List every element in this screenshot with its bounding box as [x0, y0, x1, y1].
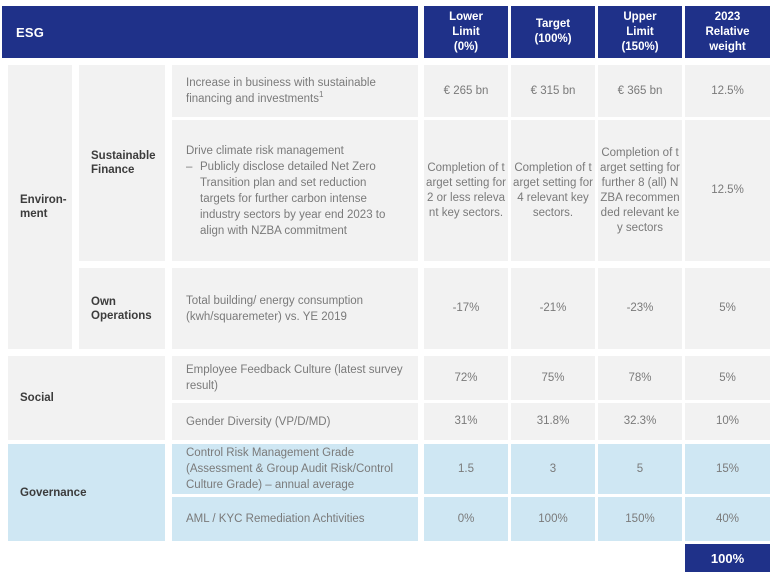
header-target-line1: Target — [535, 18, 571, 30]
cell-upper-limit-gender-diversity: 32.3% — [598, 403, 682, 440]
cell-target-gender-diversity: 31.8% — [511, 403, 595, 440]
subcategory-sustainable-finance-line2: Finance — [91, 164, 135, 176]
cell-upper-limit-climate-risk-management: Completion of target setting for further… — [598, 120, 682, 261]
row-description-employee-feedback-culture: Employee Feedback Culture (latest survey… — [172, 356, 418, 400]
cell-target-aml-kyc-remediation: 100% — [511, 497, 595, 541]
subcategory-own-operations: Own Operations — [79, 268, 165, 349]
category-environment-line1: Environ- — [20, 194, 67, 206]
header-lower-limit-line1: Lower — [449, 10, 483, 23]
row-description-text: Increase in business with sustainable fi… — [186, 77, 376, 105]
header-lower-limit-line3: (0%) — [453, 40, 479, 53]
subcategory-own-operations-line1: Own — [91, 295, 116, 308]
header-upper-limit-line3: (150%) — [621, 40, 659, 53]
header-upper-limit: Upper Limit (150%) — [598, 6, 682, 58]
header-lower-limit-line2: Limit — [452, 25, 480, 38]
cell-upper-limit-aml-kyc-remediation: 150% — [598, 497, 682, 541]
header-relative-weight-line3: weight — [709, 40, 746, 53]
subcategory-sustainable-finance-line1: Sustainable — [91, 150, 156, 162]
header-relative-weight-line2: Relative — [705, 25, 750, 38]
cell-target-control-risk-management-grade: 3 — [511, 444, 595, 494]
row-description-control-risk-management-grade: Control Risk Management Grade (Assessmen… — [172, 444, 418, 494]
row-description-bullet: Publicly disclose detailed Net Zero Tran… — [200, 160, 386, 237]
cell-target-climate-risk-management: Completion of target setting for 4 relev… — [511, 120, 595, 261]
cell-upper-limit-control-risk-management-grade: 5 — [598, 444, 682, 494]
row-description-heading: Drive climate risk management — [186, 144, 344, 157]
cell-target-sustainable-finance-business: € 315 bn — [511, 65, 595, 117]
header-lower-limit: Lower Limit (0%) — [424, 6, 508, 58]
header-upper-limit-line1: Upper — [623, 10, 657, 23]
row-description-climate-risk-management: Drive climate risk management – Publicly… — [172, 120, 418, 261]
cell-relative-weight-sustainable-finance-business: 12.5% — [685, 65, 770, 117]
category-environment-line2: ment — [20, 208, 48, 220]
header-relative-weight: 2023 Relative weight — [685, 6, 770, 58]
category-social: Social — [8, 356, 165, 440]
cell-upper-limit-employee-feedback-culture: 78% — [598, 356, 682, 400]
cell-lower-limit-gender-diversity: 31% — [424, 403, 508, 440]
cell-target-energy-consumption: -21% — [511, 268, 595, 349]
cell-relative-weight-employee-feedback-culture: 5% — [685, 356, 770, 400]
total-relative-weight: 100% — [685, 544, 770, 572]
category-environment: Environ- ment — [8, 65, 72, 349]
header-target: Target (100%) — [511, 6, 595, 58]
header-esg-label: ESG — [16, 24, 45, 40]
cell-target-employee-feedback-culture: 75% — [511, 356, 595, 400]
cell-upper-limit-sustainable-finance-business: € 365 bn — [598, 65, 682, 117]
cell-relative-weight-aml-kyc-remediation: 40% — [685, 497, 770, 541]
cell-lower-limit-climate-risk-management: Completion of target setting for 2 or le… — [424, 120, 508, 261]
subcategory-sustainable-finance: Sustainable Finance — [79, 65, 165, 261]
header-upper-limit-line2: Limit — [626, 25, 654, 38]
cell-relative-weight-control-risk-management-grade: 15% — [685, 444, 770, 494]
header-relative-weight-line1: 2023 — [714, 10, 741, 23]
subcategory-own-operations-line2: Operations — [91, 309, 152, 322]
cell-relative-weight-climate-risk-management: 12.5% — [685, 120, 770, 261]
header-esg-title: ESG — [2, 6, 418, 58]
category-governance: Governance — [8, 444, 165, 541]
footnote-marker: 1 — [318, 90, 324, 100]
row-description-sustainable-finance-business: Increase in business with sustainable fi… — [172, 65, 418, 117]
cell-relative-weight-energy-consumption: 5% — [685, 268, 770, 349]
row-description-aml-kyc-remediation: AML / KYC Remediation Achtivities — [172, 497, 418, 541]
cell-lower-limit-energy-consumption: -17% — [424, 268, 508, 349]
header-target-line2: (100%) — [534, 33, 572, 45]
cell-lower-limit-aml-kyc-remediation: 0% — [424, 497, 508, 541]
row-description-gender-diversity: Gender Diversity (VP/D/MD) — [172, 403, 418, 440]
cell-upper-limit-energy-consumption: -23% — [598, 268, 682, 349]
esg-scorecard-table: ESG Lower Limit (0%) Target (100%) Upper… — [0, 0, 780, 580]
cell-lower-limit-sustainable-finance-business: € 265 bn — [424, 65, 508, 117]
cell-lower-limit-control-risk-management-grade: 1.5 — [424, 444, 508, 494]
cell-relative-weight-gender-diversity: 10% — [685, 403, 770, 440]
row-description-energy-consumption: Total building/ energy consumption (kwh/… — [172, 268, 418, 349]
cell-lower-limit-employee-feedback-culture: 72% — [424, 356, 508, 400]
bullet-dash-icon: – — [186, 160, 193, 173]
